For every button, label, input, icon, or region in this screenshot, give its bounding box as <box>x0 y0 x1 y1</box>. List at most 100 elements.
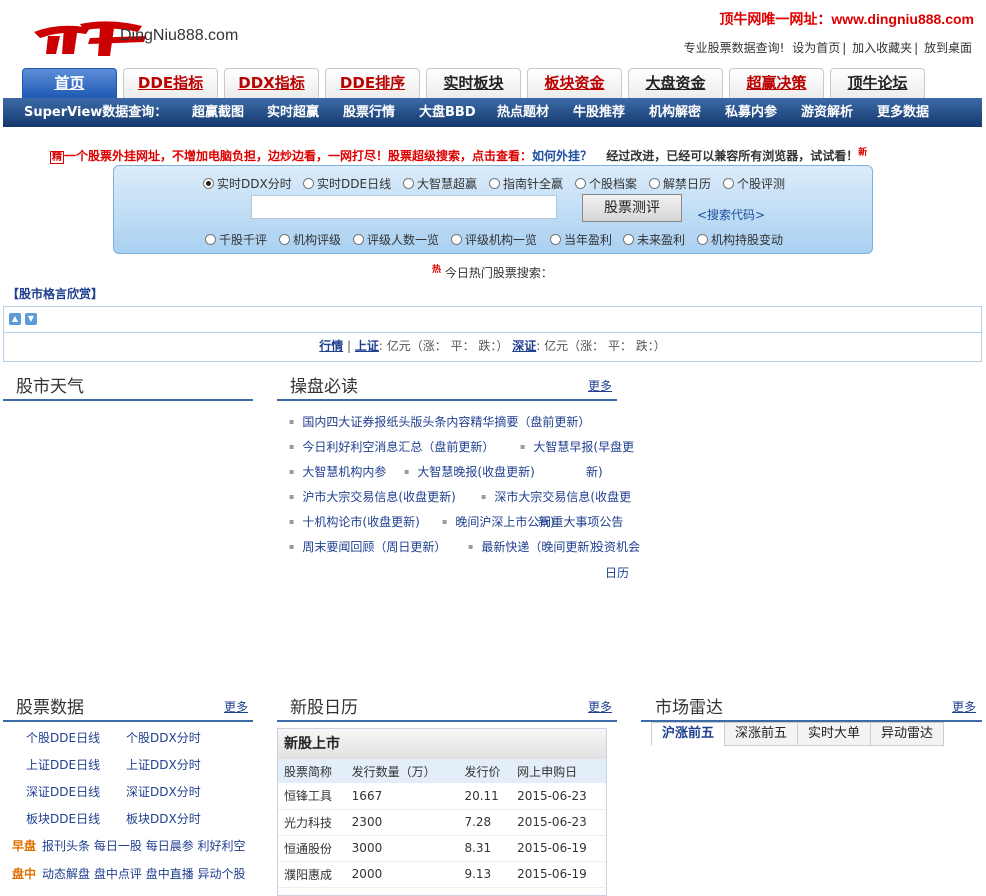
desktop-link[interactable]: 放到桌面 <box>924 41 972 55</box>
radio-option[interactable]: 评级人数一览 <box>353 231 439 248</box>
radio-option[interactable]: 指南针全赢 <box>489 175 563 192</box>
sz-link[interactable]: 深证 <box>512 339 536 353</box>
article-link[interactable]: 沪市大宗交易信息(收盘更新) <box>289 488 455 505</box>
article-link[interactable]: 最新快递（晚间更新） <box>468 538 601 555</box>
data-link[interactable]: 板块DDE日线 <box>26 810 100 827</box>
query-link[interactable]: 牛股推荐 <box>573 98 625 127</box>
radio-option[interactable]: 解禁日历 <box>649 175 711 192</box>
radar-more[interactable]: 更多 <box>952 698 976 715</box>
data-link[interactable]: 深证DDE日线 <box>26 783 100 800</box>
article-link-cont[interactable]: 日历 <box>597 564 629 581</box>
query-link[interactable]: 游资解析 <box>801 98 853 127</box>
category-link[interactable]: 每日一股 <box>94 839 142 853</box>
radio-option[interactable]: 大智慧超赢 <box>403 175 477 192</box>
query-link[interactable]: 股票行情 <box>343 98 395 127</box>
article-link[interactable]: 今日利好利空消息汇总（盘前更新） <box>289 438 494 455</box>
query-link[interactable]: 大盘BBD <box>419 98 476 127</box>
article-link-cont[interactable]: 新) <box>578 463 603 480</box>
category-link[interactable]: 盘中直播 <box>146 867 194 881</box>
article-link[interactable]: 大智慧晚报(收盘更新) <box>404 463 534 480</box>
query-link[interactable]: 更多数据 <box>877 98 929 127</box>
scroll-up-icon[interactable]: ▲ <box>9 313 21 325</box>
tab-home[interactable]: 首页 <box>22 68 117 98</box>
tab-realtime-sector[interactable]: 实时板块 <box>426 68 521 98</box>
data-link[interactable]: 上证DDE日线 <box>26 756 100 773</box>
how-to-link[interactable]: 如何外挂？ <box>532 149 592 163</box>
tab-anomaly-radar[interactable]: 异动雷达 <box>870 722 945 746</box>
stock-search-panel: 实时DDX分时 实时DDE日线 大智慧超赢 指南针全赢 个股档案 解禁日历 个股… <box>113 165 873 254</box>
motto-scroller: ▲ ▼ <box>3 306 982 333</box>
search-code-link[interactable]: <搜索代码> <box>697 206 765 223</box>
tab-big-orders[interactable]: 实时大单 <box>797 722 872 746</box>
query-link[interactable]: 机构解密 <box>649 98 701 127</box>
cell: 7.28 <box>458 809 512 836</box>
stock-data-title: 股票数据 <box>16 698 84 717</box>
table-row[interactable]: 濮阳惠成 2000 9.13 2015-06-19 <box>278 861 606 888</box>
table-row[interactable]: 恒通股份 3000 8.31 2015-06-19 <box>278 835 606 862</box>
data-link[interactable]: 个股DDE日线 <box>26 729 100 746</box>
radio-option[interactable]: 评级机构一览 <box>451 231 537 248</box>
add-favorite-link[interactable]: 加入收藏夹 <box>852 41 912 55</box>
article-link[interactable]: 十机构论市(收盘更新) <box>289 513 419 530</box>
category-link[interactable]: 动态解盘 <box>42 867 90 881</box>
query-link[interactable]: 实时超赢 <box>267 98 319 127</box>
tab-dde[interactable]: DDE指标 <box>123 68 218 98</box>
category-link[interactable]: 利好利空 <box>198 839 246 853</box>
radio-icon <box>489 178 500 189</box>
radio-option[interactable]: 未来盈利 <box>623 231 685 248</box>
quote-link[interactable]: 行情 <box>319 339 343 353</box>
radio-option[interactable]: 机构持股变动 <box>697 231 783 248</box>
radio-option[interactable]: 机构评级 <box>279 231 341 248</box>
article-link[interactable]: 晚间沪深上市公司重大事项公告 <box>442 513 623 530</box>
tab-decision[interactable]: 超赢决策 <box>729 68 824 98</box>
tab-forum[interactable]: 顶牛论坛 <box>830 68 925 98</box>
stock-code-input[interactable] <box>251 195 557 219</box>
query-link[interactable]: 私募内参 <box>725 98 777 127</box>
tab-market-funds[interactable]: 大盘资金 <box>628 68 723 98</box>
radio-option[interactable]: 个股档案 <box>575 175 637 192</box>
radio-option[interactable]: 当年盈利 <box>550 231 612 248</box>
data-link[interactable]: 板块DDX分时 <box>126 810 201 827</box>
data-link[interactable]: 个股DDX分时 <box>126 729 201 746</box>
tab-ddx[interactable]: DDX指标 <box>224 68 319 98</box>
tab-sz-top5[interactable]: 深涨前五 <box>724 722 799 746</box>
set-homepage-link[interactable]: 设为首页 <box>792 41 840 55</box>
article-link[interactable]: 国内四大证券报纸头版头条内容精华摘要（盘前更新） <box>289 413 590 430</box>
category-link[interactable]: 每日晨参 <box>146 839 194 853</box>
article-link[interactable]: 大智慧早报(早盘更 <box>520 438 634 455</box>
sh-link[interactable]: 上证 <box>355 339 379 353</box>
article-link-cont[interactable]: 投资机会 <box>584 538 640 555</box>
radio-option[interactable]: 实时DDE日线 <box>303 175 391 192</box>
query-link[interactable]: 热点题材 <box>497 98 549 127</box>
radio-icon <box>205 234 216 245</box>
data-link[interactable]: 上证DDX分时 <box>126 756 201 773</box>
radio-icon <box>623 234 634 245</box>
article-link[interactable]: 深市大宗交易信息(收盘更 <box>481 488 631 505</box>
category-tag: 早盘 <box>12 839 37 853</box>
radio-option[interactable]: 个股评测 <box>723 175 785 192</box>
tab-sh-top5[interactable]: 沪涨前五 <box>651 722 726 746</box>
cell: 9.13 <box>458 861 512 888</box>
article-link[interactable]: 大智慧机构内参 <box>289 463 386 480</box>
ipo-more[interactable]: 更多 <box>588 698 612 715</box>
radio-icon <box>451 234 462 245</box>
radio-option[interactable]: 实时DDX分时 <box>203 175 292 192</box>
must-read-more[interactable]: 更多 <box>588 377 612 394</box>
table-row[interactable]: 光力科技 2300 7.28 2015-06-23 <box>278 809 606 836</box>
article-link[interactable]: 周末要闻回顾（周日更新） <box>289 538 446 555</box>
ipo-table: 股票简称 发行数量（万） 发行价 网上申购日 恒锋工具 1667 20.11 2015… <box>278 759 606 888</box>
category-link[interactable]: 异动个股 <box>198 867 246 881</box>
category-link[interactable]: 盘中点评 <box>94 867 142 881</box>
cell: 2000 <box>345 861 459 888</box>
table-row[interactable]: 恒锋工具 1667 20.11 2015-06-23 <box>278 783 606 810</box>
scroll-down-icon[interactable]: ▼ <box>25 313 37 325</box>
stock-data-more[interactable]: 更多 <box>224 698 248 715</box>
tab-dde-sort[interactable]: DDE排序 <box>325 68 420 98</box>
ipo-panel-title: 新股上市 <box>278 729 606 759</box>
data-link[interactable]: 深证DDX分时 <box>126 783 201 800</box>
category-link[interactable]: 报刊头条 <box>42 839 90 853</box>
query-link[interactable]: 超赢截图 <box>192 98 244 127</box>
tab-sector-funds[interactable]: 板块资金 <box>527 68 622 98</box>
stock-evaluate-button[interactable]: 股票测评 <box>582 194 682 222</box>
radio-option[interactable]: 千股千评 <box>205 231 267 248</box>
